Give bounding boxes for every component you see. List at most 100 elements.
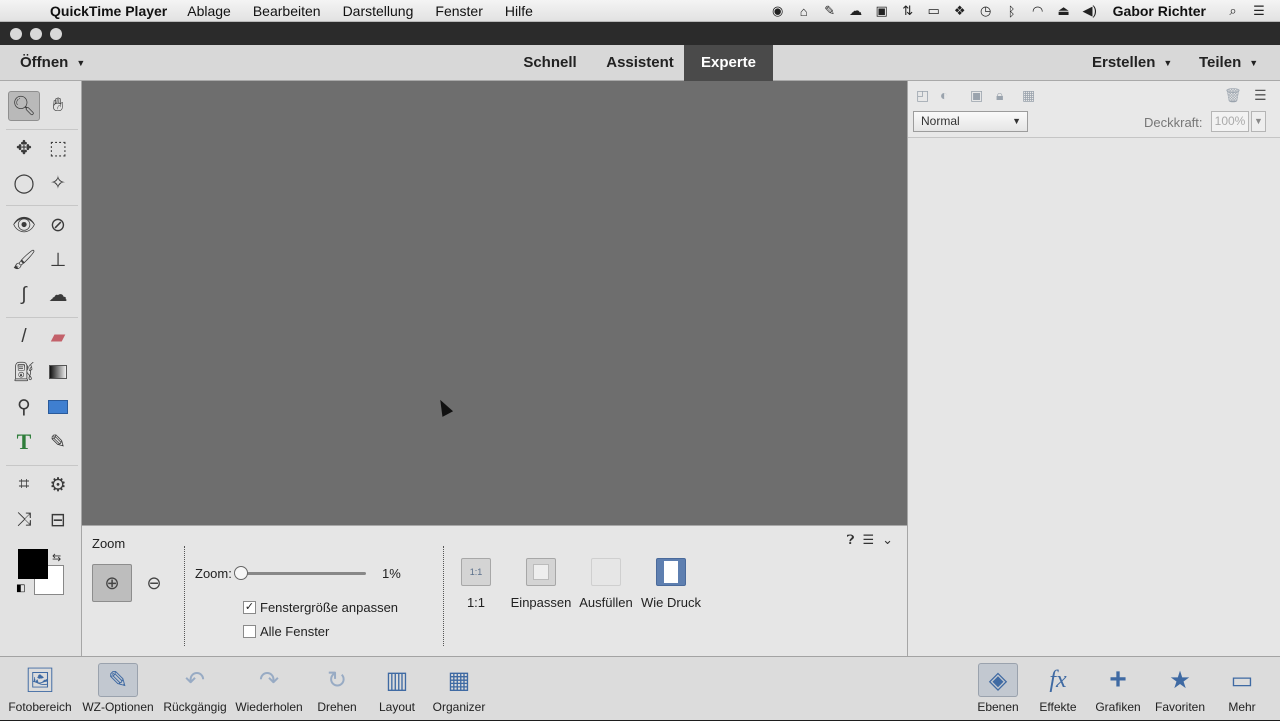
opacity-input[interactable]: 100% (1211, 111, 1249, 132)
bluetooth-icon[interactable]: ᛒ (1003, 4, 1021, 19)
menu-app-name[interactable]: QuickTime Player (50, 3, 167, 19)
layout-button[interactable]: ▥ Layout (370, 657, 424, 721)
move-tool-button[interactable]: ✥ (8, 133, 40, 163)
view-print-size-button[interactable] (656, 558, 686, 586)
home-icon[interactable]: ⌂ (795, 4, 813, 19)
zoom-tool-button[interactable]: 🔍︎ (8, 91, 40, 121)
airplay-icon[interactable]: ▭ (925, 3, 943, 19)
menu-bar: QuickTime Player Ablage Bearbeiten Darst… (0, 0, 1280, 22)
notification-center-icon[interactable]: ☰ (1250, 3, 1268, 19)
record-icon[interactable]: ◉ (769, 3, 787, 19)
create-menu-button[interactable]: Erstellen ▼ (1092, 45, 1172, 81)
network-icon[interactable]: ⇅ (899, 3, 917, 19)
dropbox-icon[interactable]: ❖ (951, 3, 969, 19)
content-move-tool-button[interactable]: ⤨ (8, 505, 40, 535)
tool-options-button[interactable]: ✎ WZ-Optionen (78, 657, 158, 721)
crop-tool-button[interactable]: ⌗ (8, 470, 40, 500)
favorites-label: Favoriten (1154, 700, 1206, 714)
resize-windows-checkbox[interactable]: ✓ (243, 601, 256, 614)
menu-darstellung[interactable]: Darstellung (343, 3, 414, 19)
lasso-tool-button[interactable]: ◯ (8, 168, 40, 198)
sponge-tool-button[interactable]: ☁ (42, 280, 74, 310)
redo-button[interactable]: ↷ Wiederholen (232, 657, 306, 721)
panel-menu-icon[interactable]: ☰ (1254, 87, 1267, 104)
marquee-tool-button[interactable]: ⬚ (42, 133, 74, 163)
magic-wand-tool-button[interactable]: ✧ (42, 168, 74, 198)
close-window-button[interactable] (10, 28, 22, 40)
share-menu-button[interactable]: Teilen ▼ (1199, 45, 1258, 81)
eraser-tool-button[interactable]: ▰ (42, 322, 74, 352)
zoom-out-button[interactable]: ⊖ (134, 564, 174, 602)
photo-bin-button[interactable]: 🖼︎ Fotobereich (4, 657, 76, 721)
organizer-button[interactable]: ▦ Organizer (428, 657, 490, 721)
brush-tool-button[interactable]: / (8, 322, 40, 352)
type-tool-button[interactable]: T (8, 427, 40, 457)
rotate-button[interactable]: ↻ Drehen (308, 657, 366, 721)
new-layer-icon[interactable]: ◰ (916, 87, 929, 104)
time-machine-icon[interactable]: ◷ (977, 3, 995, 19)
layers-panel: ◰ ◐ ▣ 🔒︎ ▦ 🗑︎ ☰ Normal ▼ Deckkraft: 100%… (907, 81, 1280, 656)
blend-mode-select[interactable]: Normal ▼ (913, 111, 1028, 132)
help-icon[interactable]: ❓︎ (847, 532, 855, 548)
graphics-button[interactable]: + Grafiken (1090, 657, 1146, 721)
foreground-color-swatch[interactable] (18, 549, 48, 579)
all-windows-checkbox[interactable] (243, 625, 256, 638)
menu-hilfe[interactable]: Hilfe (505, 3, 533, 19)
more-button[interactable]: ▭ Mehr (1218, 657, 1266, 721)
layer-list[interactable] (908, 137, 1280, 656)
favorites-button[interactable]: ★ Favoriten (1150, 657, 1210, 721)
undo-button[interactable]: ↶ Rückgängig (160, 657, 230, 721)
eject-icon[interactable]: ⏏ (1055, 3, 1073, 19)
straighten-tool-button[interactable]: ⊟ (42, 505, 74, 535)
smart-brush-tool-button[interactable]: 🖌︎ (8, 245, 40, 275)
zoom-in-button[interactable]: ⊕ (92, 564, 132, 602)
shape-tool-button[interactable] (42, 392, 74, 422)
lock-icon[interactable]: 🔒︎ (996, 87, 1003, 104)
collapse-icon[interactable]: ⌄ (882, 532, 893, 548)
opacity-dropdown-button[interactable]: ▼ (1251, 111, 1266, 132)
tab-schnell[interactable]: Schnell (514, 45, 586, 81)
evernote-icon[interactable]: ✎ (821, 3, 839, 19)
minimize-window-button[interactable] (30, 28, 42, 40)
view-fill-button[interactable] (591, 558, 621, 586)
zoom-slider[interactable] (240, 572, 366, 575)
view-actual-pixels-button[interactable]: 1:1 (461, 558, 491, 586)
layer-mask-icon[interactable]: ▣ (970, 87, 983, 104)
healing-brush-tool-button[interactable]: ⊘ (42, 210, 74, 240)
image-canvas[interactable] (82, 81, 907, 525)
pencil-tool-button[interactable]: ✎ (42, 427, 74, 457)
display-icon[interactable]: ▣ (873, 3, 891, 19)
blur-tool-button[interactable]: ∫ (8, 280, 40, 310)
gradient-tool-button[interactable] (42, 357, 74, 387)
effects-button[interactable]: fx Effekte (1032, 657, 1084, 721)
spotlight-icon[interactable]: ⌕ (1224, 3, 1242, 19)
menu-fenster[interactable]: Fenster (435, 3, 482, 19)
eyedropper-tool-button[interactable]: ⚲ (8, 392, 40, 422)
volume-icon[interactable]: ◀) (1081, 3, 1099, 19)
view-fit-button[interactable] (526, 558, 556, 586)
layers-button[interactable]: ◈ Ebenen (970, 657, 1026, 721)
lock-transparency-icon[interactable]: ▦ (1022, 87, 1035, 104)
recompose-tool-button[interactable]: ⚙ (42, 470, 74, 500)
cloud-icon[interactable]: ☁ (847, 3, 865, 19)
hand-tool-button[interactable]: ✋︎ (42, 91, 74, 121)
adjustment-layer-icon[interactable]: ◐ (940, 87, 948, 103)
tab-assistent[interactable]: Assistent (596, 45, 684, 81)
zoom-slider-thumb[interactable] (234, 566, 248, 580)
clone-stamp-tool-button[interactable]: ⊥ (42, 245, 74, 275)
menu-bearbeiten[interactable]: Bearbeiten (253, 3, 321, 19)
open-menu-button[interactable]: Öffnen ▼ (20, 45, 85, 81)
red-eye-tool-button[interactable]: 👁︎ (8, 210, 40, 240)
tab-experte[interactable]: Experte (684, 45, 773, 81)
trash-icon[interactable]: 🗑︎ (1224, 87, 1242, 104)
swap-colors-icon[interactable]: ⇆ (52, 551, 61, 564)
all-windows-label: Alle Fenster (260, 624, 330, 639)
menu-ablage[interactable]: Ablage (187, 3, 231, 19)
zoom-window-button[interactable] (50, 28, 62, 40)
wifi-icon[interactable]: ◠ (1029, 3, 1047, 19)
panel-menu-icon[interactable]: ☰ (862, 532, 874, 548)
default-colors-icon[interactable]: ◧ (16, 583, 25, 594)
paint-bucket-tool-button[interactable]: ⛽︎ (8, 357, 40, 387)
user-name[interactable]: Gabor Richter (1113, 3, 1206, 19)
rotate-icon: ↻ (326, 666, 348, 694)
